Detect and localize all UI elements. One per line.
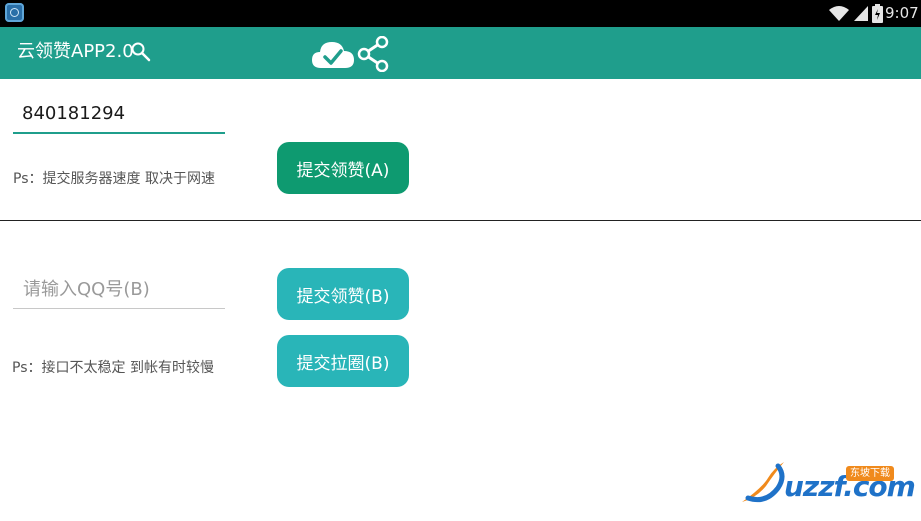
hint-text-a: Ps：提交服务器速度 取决于网速 xyxy=(13,171,215,187)
app-icon xyxy=(5,3,24,22)
search-icon[interactable] xyxy=(131,42,151,66)
submit-like-button-b[interactable]: 提交领赞(B) xyxy=(277,268,409,320)
wifi-icon xyxy=(828,5,850,22)
status-clock: 9:07 xyxy=(885,4,919,22)
watermark-tag: 东坡下载 xyxy=(846,466,894,481)
cloud-check-icon[interactable] xyxy=(311,38,355,74)
status-icons xyxy=(828,3,883,23)
action-bar: 云领赞APP2.0 xyxy=(0,27,921,79)
submit-circle-button-b[interactable]: 提交拉圈(B) xyxy=(277,335,409,387)
app-title: 云领赞APP2.0 xyxy=(17,41,134,62)
signal-icon xyxy=(853,5,869,22)
battery-icon xyxy=(872,3,883,23)
qq-input-a[interactable] xyxy=(13,100,225,134)
section-divider xyxy=(0,220,921,221)
submit-like-button-a[interactable]: 提交领赞(A) xyxy=(277,142,409,194)
hint-text-b: Ps：接口不太稳定 到帐有时较慢 xyxy=(12,360,214,376)
watermark-logo: uzzf.com 东坡下载 xyxy=(738,458,916,508)
share-icon[interactable] xyxy=(355,35,391,76)
qq-input-b[interactable] xyxy=(13,277,225,309)
status-bar: 9:07 xyxy=(0,0,921,27)
